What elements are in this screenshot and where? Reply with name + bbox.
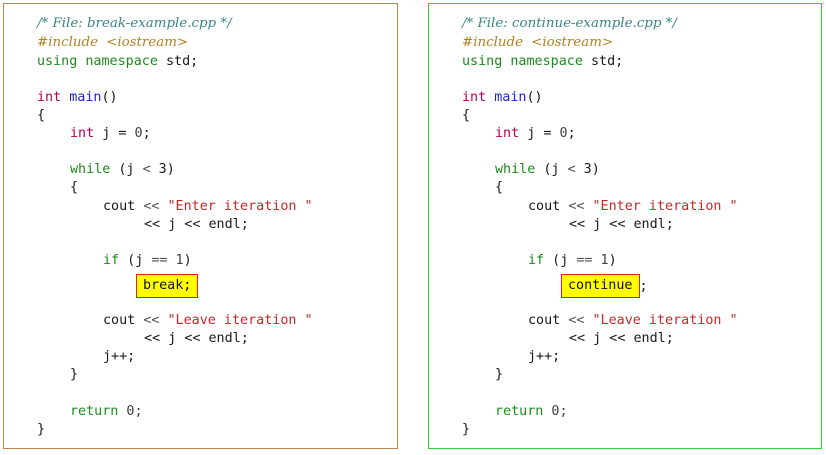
- increment-line: j++;: [103, 349, 136, 364]
- break-example-panel: /* File: break-example.cpp */ #include <…: [3, 3, 398, 449]
- if-line: if (j == 1): [528, 253, 617, 268]
- main-open-brace: {: [37, 108, 46, 123]
- cout-enter-line: cout << "Enter iteration ": [528, 199, 738, 214]
- while-close-brace: }: [70, 367, 79, 382]
- cout-enter-continuation: << j << endl;: [144, 217, 249, 232]
- cout-leave-line: cout << "Leave iteration ": [103, 313, 313, 328]
- highlighted-statement: continue;: [561, 274, 648, 298]
- cout-leave-continuation: << j << endl;: [569, 331, 674, 346]
- continue-highlight: continue: [561, 274, 640, 298]
- main-signature: int main(): [462, 90, 543, 105]
- main-open-brace: {: [462, 108, 471, 123]
- cout-enter-line: cout << "Enter iteration ": [103, 199, 313, 214]
- if-line: if (j == 1): [103, 253, 192, 268]
- main-close-brace: }: [462, 422, 471, 437]
- main-close-brace: }: [37, 422, 46, 437]
- increment-line: j++;: [528, 349, 561, 364]
- while-close-brace: }: [495, 367, 504, 382]
- while-open-brace: {: [70, 180, 79, 195]
- file-comment: /* File: break-example.cpp */: [37, 16, 232, 31]
- using-line: using namespace std;: [462, 54, 624, 69]
- main-signature: int main(): [37, 90, 118, 105]
- break-highlight: break;: [136, 274, 199, 298]
- var-declaration: int j = 0;: [495, 126, 576, 141]
- include-line: #include <iostream>: [462, 35, 614, 50]
- return-line: return 0;: [70, 404, 143, 419]
- using-line: using namespace std;: [37, 54, 199, 69]
- cout-enter-continuation: << j << endl;: [569, 217, 674, 232]
- while-line: while (j < 3): [70, 162, 175, 177]
- continue-example-panel: /* File: continue-example.cpp */ #includ…: [428, 3, 822, 449]
- while-open-brace: {: [495, 180, 504, 195]
- highlighted-statement: break;: [136, 274, 199, 298]
- return-line: return 0;: [495, 404, 568, 419]
- cout-leave-continuation: << j << endl;: [144, 331, 249, 346]
- cout-leave-line: cout << "Leave iteration ": [528, 313, 738, 328]
- include-line: #include <iostream>: [37, 35, 189, 50]
- file-comment: /* File: continue-example.cpp */: [462, 16, 677, 31]
- while-line: while (j < 3): [495, 162, 600, 177]
- var-declaration: int j = 0;: [70, 126, 151, 141]
